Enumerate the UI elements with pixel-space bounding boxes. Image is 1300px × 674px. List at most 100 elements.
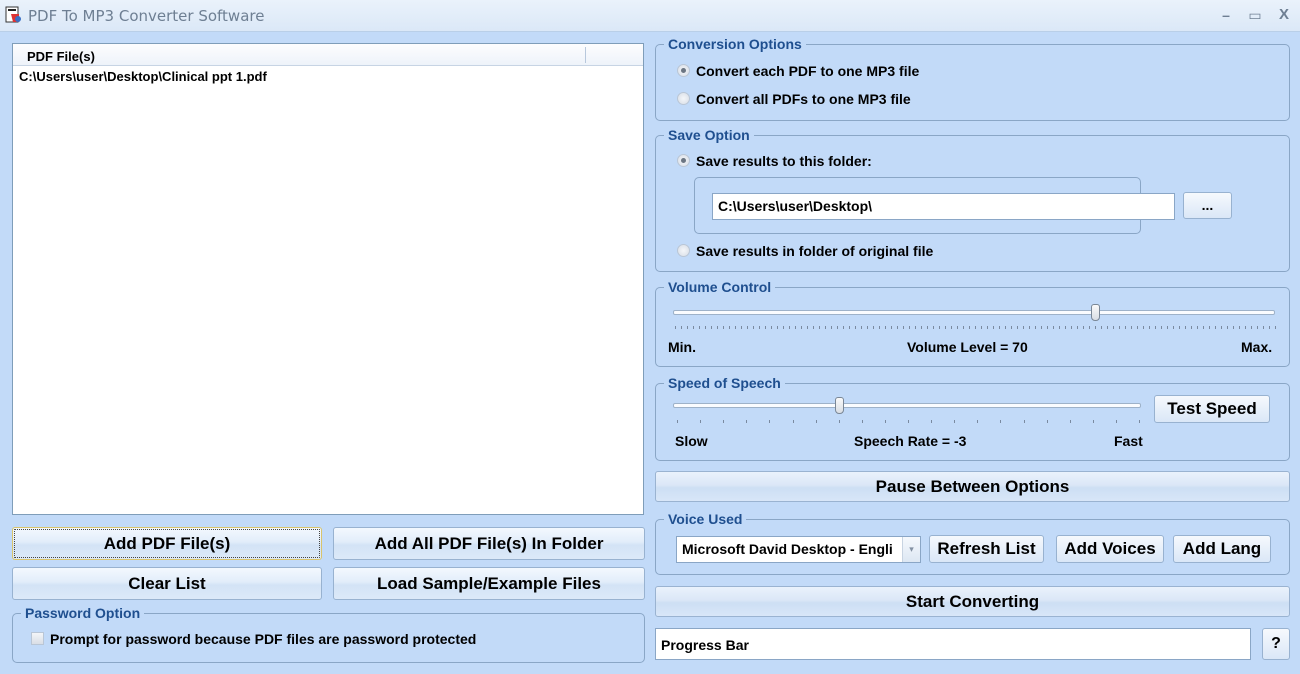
slider-tick [1005, 326, 1006, 329]
volume-control-legend: Volume Control [664, 279, 776, 295]
chevron-down-icon[interactable]: ▾ [902, 537, 920, 562]
password-prompt-checkbox[interactable] [31, 632, 44, 645]
slider-tick [861, 326, 862, 329]
slider-tick [1017, 326, 1018, 329]
slider-tick [931, 420, 933, 423]
radio-button-selected[interactable] [677, 64, 690, 77]
app-icon [5, 6, 21, 23]
voice-used-group: Voice Used Microsoft David Desktop - Eng… [655, 511, 1290, 575]
voice-select[interactable]: Microsoft David Desktop - Engli ▾ [676, 536, 921, 563]
volume-level-readout: Volume Level = 70 [907, 339, 1028, 355]
column-separator[interactable] [585, 47, 586, 63]
slider-tick [1245, 326, 1246, 329]
slider-tick [897, 326, 898, 329]
minimize-button[interactable]: – [1214, 4, 1238, 26]
slider-tick [909, 326, 910, 329]
radio-convert-all[interactable]: Convert all PDFs to one MP3 file [677, 91, 911, 107]
slider-tick [885, 326, 886, 329]
slider-tick [1269, 326, 1270, 329]
slider-tick [1173, 326, 1174, 329]
slider-tick [1029, 326, 1030, 329]
slider-tick [729, 326, 730, 329]
slider-tick [987, 326, 988, 329]
start-converting-button[interactable]: Start Converting [655, 586, 1290, 617]
slider-tick [693, 326, 694, 329]
add-lang-button[interactable]: Add Lang [1173, 535, 1271, 563]
save-option-legend: Save Option [664, 127, 754, 143]
slider-tick [1023, 420, 1025, 423]
pdf-file-list[interactable]: PDF File(s) C:\Users\user\Desktop\Clinic… [12, 43, 644, 515]
help-button[interactable]: ? [1262, 628, 1290, 660]
column-header-pdf-files[interactable]: PDF File(s) [27, 49, 95, 64]
slider-tick [963, 326, 964, 329]
maximize-button[interactable]: ▭ [1243, 4, 1267, 26]
slider-tick [849, 326, 850, 329]
slider-tick [815, 420, 817, 423]
slider-tick [765, 326, 766, 329]
radio-convert-each[interactable]: Convert each PDF to one MP3 file [677, 63, 919, 79]
output-folder-input[interactable]: C:\Users\user\Desktop\ [712, 193, 1175, 220]
title-bar: PDF To MP3 Converter Software – ▭ X [0, 0, 1300, 32]
speech-rate-ticks [677, 420, 1140, 424]
refresh-list-button[interactable]: Refresh List [929, 535, 1044, 563]
slider-tick [954, 420, 956, 423]
volume-control-group: Volume Control Min. Volume Level = 70 Ma… [655, 279, 1290, 367]
add-pdf-files-button[interactable]: Add PDF File(s) [12, 527, 322, 560]
slider-tick [795, 326, 796, 329]
slider-tick [1257, 326, 1258, 329]
slider-tick [687, 326, 688, 329]
slider-tick [1069, 420, 1071, 423]
slider-tick [813, 326, 814, 329]
slider-tick [735, 326, 736, 329]
add-all-pdf-in-folder-button[interactable]: Add All PDF File(s) In Folder [333, 527, 645, 560]
clear-list-button[interactable]: Clear List [12, 567, 322, 600]
slider-tick [891, 326, 892, 329]
radio-convert-all-label: Convert all PDFs to one MP3 file [696, 91, 911, 107]
slider-tick [1125, 326, 1126, 329]
slider-tick [1161, 326, 1162, 329]
test-speed-button[interactable]: Test Speed [1154, 395, 1270, 423]
file-list-header[interactable]: PDF File(s) [13, 44, 643, 66]
radio-button[interactable] [677, 92, 690, 105]
slider-tick [1275, 326, 1276, 329]
slider-tick [921, 326, 922, 329]
slider-tick [1233, 326, 1234, 329]
close-button[interactable]: X [1272, 4, 1296, 26]
radio-save-to-folder-label: Save results to this folder: [696, 153, 872, 169]
slider-tick [1185, 326, 1186, 329]
speech-rate-slider-thumb[interactable] [834, 397, 844, 414]
progress-bar: Progress Bar [655, 628, 1251, 660]
pause-between-options-button[interactable]: Pause Between Options [655, 471, 1290, 502]
volume-slider-thumb[interactable] [1091, 304, 1100, 321]
slider-tick [677, 420, 678, 423]
slider-tick [1059, 326, 1060, 329]
load-sample-files-button[interactable]: Load Sample/Example Files [333, 567, 645, 600]
slider-tick [792, 420, 794, 423]
slider-tick [1119, 326, 1120, 329]
slider-tick [759, 326, 760, 329]
slider-tick [1263, 326, 1264, 329]
file-list-item[interactable]: C:\Users\user\Desktop\Clinical ppt 1.pdf [13, 66, 643, 86]
radio-save-to-folder[interactable]: Save results to this folder: [677, 153, 872, 169]
slider-tick [819, 326, 820, 329]
slider-tick [741, 326, 742, 329]
slider-tick [1215, 326, 1216, 329]
browse-folder-button[interactable]: ... [1183, 192, 1232, 219]
slider-tick [1203, 326, 1204, 329]
slider-tick [1101, 326, 1102, 329]
radio-button-selected[interactable] [677, 154, 690, 167]
slider-tick [977, 420, 979, 423]
radio-save-original[interactable]: Save results in folder of original file [677, 243, 933, 259]
speech-rate-slider-track[interactable] [673, 403, 1141, 408]
volume-slider-track[interactable] [673, 310, 1275, 315]
add-voices-button[interactable]: Add Voices [1056, 535, 1164, 563]
slider-tick [843, 326, 844, 329]
slider-tick [1107, 326, 1108, 329]
slider-tick [838, 420, 840, 423]
slider-tick [681, 326, 682, 329]
radio-button[interactable] [677, 244, 690, 257]
conversion-options-group: Conversion Options Convert each PDF to o… [655, 36, 1290, 121]
password-prompt-checkbox-row[interactable]: Prompt for password because PDF files ar… [31, 631, 476, 647]
slider-tick [945, 326, 946, 329]
slider-tick [1092, 420, 1094, 423]
